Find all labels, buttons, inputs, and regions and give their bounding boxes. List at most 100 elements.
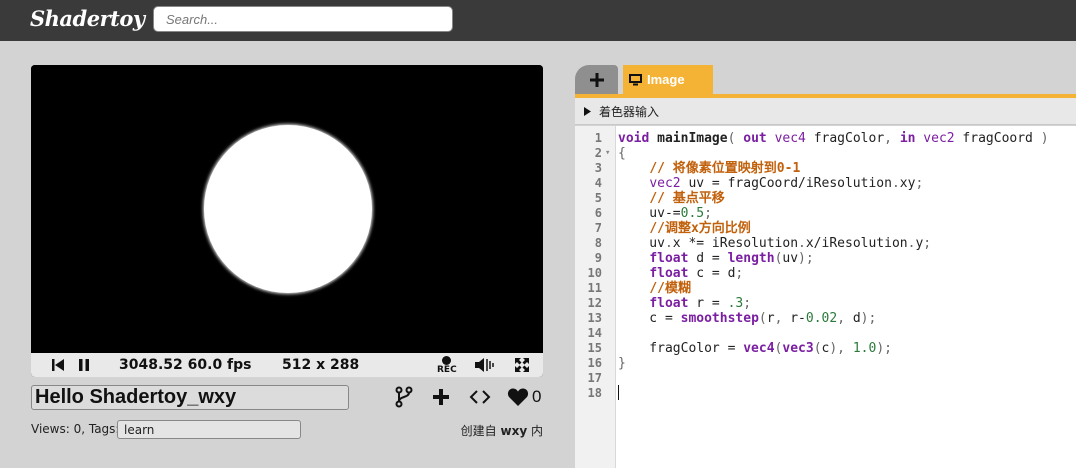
shader-inputs-toggle[interactable]: 着色器输入 [575,98,1076,125]
shader-inputs-label: 着色器输入 [599,104,660,119]
code-line: 4 vec2 uv = fragCoord/iResolution.xy; [575,176,1076,191]
code-token: , [884,131,892,146]
code-text: float c = d; [618,266,743,281]
line-number: 14 [587,326,602,340]
fold-arrow-icon[interactable]: ▾ [605,146,610,161]
code-text: //调整x方向比例 [618,221,750,236]
line-number: 6 [594,206,602,220]
author-prefix: 创建自 [460,424,497,438]
plus-icon [433,389,449,405]
code-token: uv-= [618,206,681,221]
render-canvas[interactable] [31,65,543,353]
code-token: ); [876,341,892,356]
code-token: r = [688,296,728,311]
code-line: 14 [575,326,1076,341]
line-number: 2 [594,146,602,160]
code-text: vec2 uv = fragCoord/iResolution.xy; [618,176,923,191]
code-token: d = [688,251,728,266]
code-token: 0.02 [805,311,838,326]
line-number: 16 [587,356,602,370]
code-token: r [766,311,775,326]
code-editor[interactable]: 1 void mainImage( out vec4 fragColor, in … [575,126,1076,468]
code-token: // 基点平移 [649,191,725,206]
code-line: 13 c = smoothstep(r, r-0.02, d); [575,311,1076,326]
code-token: , [837,311,846,326]
code-token: in [899,131,916,146]
code-token: . [798,236,806,251]
embed-code-button[interactable] [469,384,491,410]
code-token: uv = fragCoord/iResolution [680,176,892,191]
code-token: xy [899,176,916,191]
line-number: 4 [594,176,602,190]
line-number: 9 [594,251,602,265]
tab-image[interactable]: Image [623,65,713,94]
search-input[interactable] [153,6,453,32]
code-line: 12 float r = .3; [575,296,1076,311]
top-bar: Shadertoy [0,0,1076,41]
code-token: d [845,311,861,326]
code-line: 9 float d = length(uv); [575,251,1076,266]
like-button[interactable]: 0 [507,384,541,410]
record-icon [442,355,452,365]
pause-button[interactable] [78,353,90,377]
code-token: ; [923,236,932,251]
record-label: REC [437,364,457,375]
line-number: 1 [594,131,602,145]
line-number: 13 [587,311,602,325]
fullscreen-button[interactable] [514,353,530,377]
code-token: vec3 [782,341,814,356]
tags-input[interactable] [117,420,301,439]
code-token: length [727,251,775,266]
add-buffer-tab[interactable] [575,65,618,94]
shader-title-input[interactable] [31,385,349,410]
code-token: ; [704,206,712,221]
code-line: 16} [575,356,1076,371]
line-number: 18 [587,386,602,400]
speaker-icon [475,358,494,372]
shader-player: 3048.52 60.0 fps 512 x 288 REC [31,65,543,377]
add-to-playlist-button[interactable] [431,384,451,410]
line-number: 17 [587,371,602,385]
code-line: 2 ▾ { [575,146,1076,161]
code-text: uv-=0.5; [618,206,712,221]
code-token: void [618,131,650,146]
resolution-readout: 512 x 288 [282,357,360,373]
code-token: ; [743,296,752,311]
rewind-button[interactable] [51,353,65,377]
code-token: fragColor [805,131,885,146]
code-token: r- [782,311,806,326]
code-token: 0.5 [680,206,705,221]
tab-image-label: Image [647,72,685,87]
code-icon [469,390,491,404]
record-button[interactable]: REC [437,353,457,377]
fork-button[interactable] [395,384,413,410]
code-token: float [649,266,689,281]
code-text: // 基点平移 [618,191,725,206]
code-token: vec4 [743,341,775,356]
code-text: { [618,146,626,161]
code-token: fragColor = [618,341,744,356]
code-token: float [649,251,689,266]
author-link[interactable]: wxy [501,424,528,438]
code-text: float r = .3; [618,296,751,311]
code-token: // 将像素位置映射到0-1 [649,161,801,176]
fullscreen-icon [515,358,529,372]
text-cursor [618,385,619,400]
code-token: c = d [688,266,736,281]
code-text: c = smoothstep(r, r-0.02, d); [618,311,876,326]
volume-button[interactable] [474,353,494,377]
code-token: ) [1040,131,1049,146]
views-and-tags-label: Views: 0, Tags: [31,422,120,436]
code-token: ; [735,266,744,281]
shadertoy-logo[interactable]: Shadertoy [30,6,145,31]
code-line: 11 //模糊 [575,281,1076,296]
